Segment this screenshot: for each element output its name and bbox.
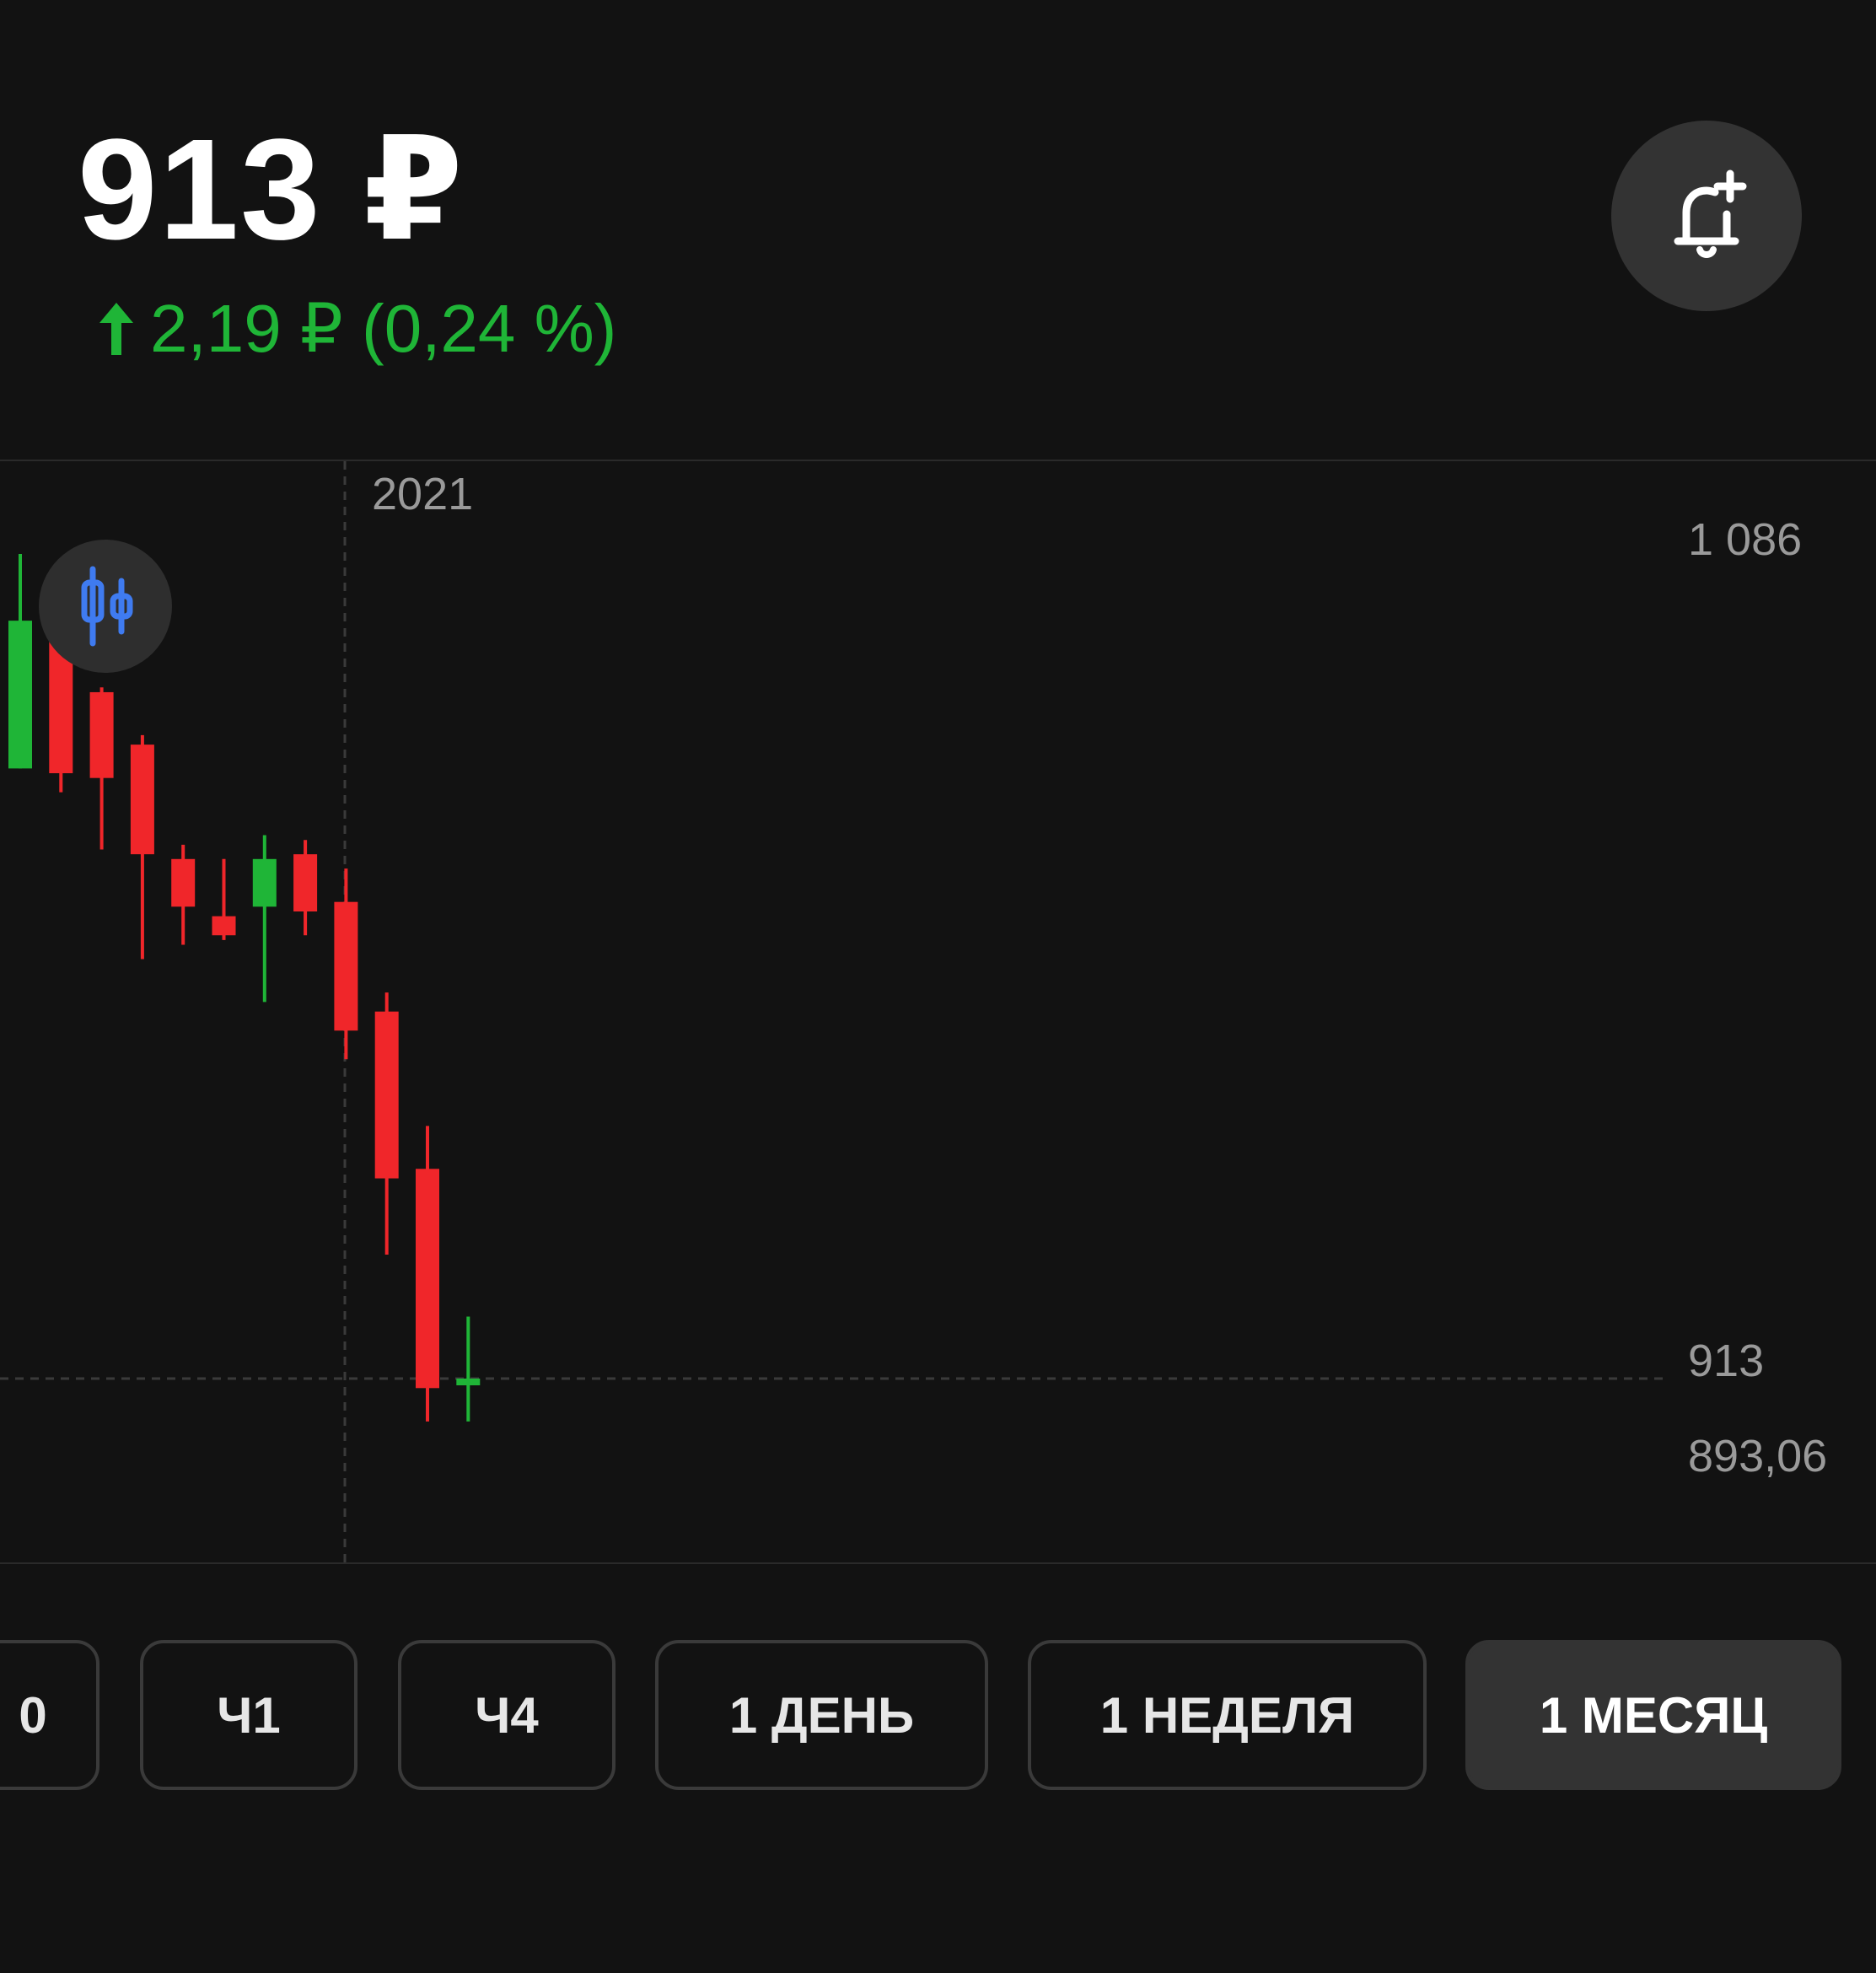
candle <box>293 840 318 936</box>
candlestick-icon <box>81 566 133 647</box>
price-chart[interactable]: 2021 1 086 913 893,06 <box>0 460 1876 1566</box>
candle-body <box>252 858 277 907</box>
candle-body <box>334 901 358 1031</box>
candle-body <box>171 858 196 907</box>
candle <box>334 868 358 1060</box>
period-button-1-month[interactable]: 1 МЕСЯЦ <box>1465 1640 1841 1790</box>
candle-body <box>8 621 32 769</box>
current-price: 913 ₽ <box>78 110 465 270</box>
price-change-text: 2,19 ₽ (0,24 %) <box>150 291 617 366</box>
candle <box>456 1316 481 1422</box>
candle <box>89 687 114 850</box>
candle-body <box>130 745 154 855</box>
period-button-1-week[interactable]: 1 НЕДЕЛЯ <box>1028 1640 1427 1790</box>
period-selector: 0 Ч1 Ч4 1 ДЕНЬ 1 НЕДЕЛЯ 1 МЕСЯЦ <box>0 1640 1876 1793</box>
candle-body <box>456 1379 481 1385</box>
candle <box>8 554 32 769</box>
add-price-alert-button[interactable] <box>1611 121 1802 311</box>
y-tick-low: 893,06 <box>1688 1431 1827 1481</box>
period-button-h1[interactable]: Ч1 <box>140 1640 357 1790</box>
year-marker-label: 2021 <box>372 469 473 519</box>
candle <box>416 1126 439 1422</box>
arrow-up-icon <box>99 303 133 355</box>
candlestick-chart[interactable]: 2021 1 086 913 893,06 <box>0 461 1876 1566</box>
candle <box>212 858 236 940</box>
candle-body <box>416 1169 439 1389</box>
bell-plus-icon <box>1674 169 1747 258</box>
chart-type-toggle-button[interactable] <box>39 540 172 673</box>
y-tick-high: 1 086 <box>1688 514 1802 565</box>
candle-body <box>374 1011 399 1179</box>
candle <box>252 835 277 1003</box>
candle <box>171 844 196 945</box>
price-change: 2,19 ₽ (0,24 %) <box>91 291 616 367</box>
period-button-h4[interactable]: Ч4 <box>398 1640 615 1790</box>
candle <box>130 734 154 960</box>
candle-body <box>212 916 236 936</box>
candle-body <box>293 854 318 911</box>
period-button-partial[interactable]: 0 <box>0 1640 99 1790</box>
candle-body <box>89 691 114 778</box>
candle <box>374 992 399 1255</box>
period-button-1-day[interactable]: 1 ДЕНЬ <box>655 1640 988 1790</box>
y-tick-current: 913 <box>1688 1336 1764 1386</box>
